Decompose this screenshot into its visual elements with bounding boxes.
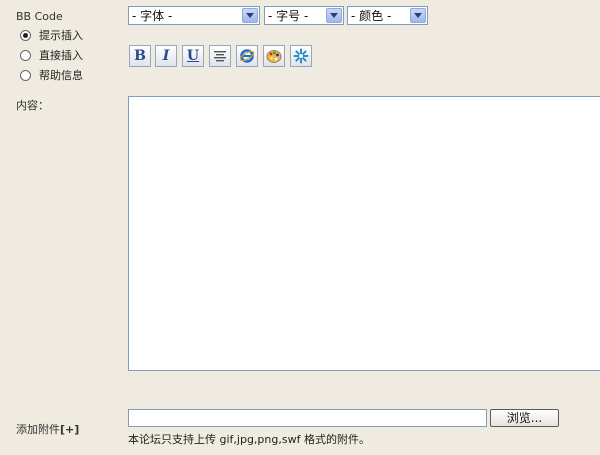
radio-button-selected[interactable] xyxy=(20,29,31,41)
bold-button[interactable]: B xyxy=(129,45,151,67)
chevron-down-icon[interactable] xyxy=(326,8,342,23)
internet-explorer-icon xyxy=(239,49,255,63)
sparkle-icon xyxy=(293,48,309,64)
chevron-down-icon[interactable] xyxy=(242,8,258,23)
mode-help-info[interactable]: 帮助信息 xyxy=(20,67,83,83)
content-textarea[interactable] xyxy=(128,96,600,371)
font-select[interactable]: - 字体 - xyxy=(128,6,260,25)
add-attachment-label[interactable]: 添加附件[+] xyxy=(16,421,79,437)
attachment-file-input[interactable] xyxy=(128,409,487,427)
bbcode-label: BB Code xyxy=(16,10,63,23)
underline-button[interactable]: U xyxy=(182,45,204,67)
underline-icon: U xyxy=(186,48,200,64)
mode-label: 提示插入 xyxy=(39,29,83,42)
align-center-button[interactable] xyxy=(209,45,231,67)
add-attachment-toggle[interactable]: [+] xyxy=(60,423,79,436)
mode-direct-insert[interactable]: 直接插入 xyxy=(20,47,83,63)
special-effect-button[interactable] xyxy=(290,45,312,67)
palette-icon xyxy=(266,50,282,63)
align-center-icon xyxy=(214,51,226,62)
chevron-down-icon[interactable] xyxy=(410,8,426,23)
content-label: 内容： xyxy=(16,99,49,112)
italic-button[interactable]: I xyxy=(155,45,177,67)
mode-label: 直接插入 xyxy=(39,49,83,62)
post-editor-form: BB Code 提示插入 直接插入 帮助信息 - 字体 - - 字号 - - 颜… xyxy=(0,0,600,455)
mode-label: 帮助信息 xyxy=(39,69,83,82)
size-select-value: - 字号 - xyxy=(268,9,309,23)
insert-link-button[interactable] xyxy=(236,45,258,67)
add-attachment-text: 添加附件 xyxy=(16,423,60,436)
browse-button[interactable]: 浏览... xyxy=(490,409,559,427)
color-select[interactable]: - 颜色 - xyxy=(347,6,428,25)
color-select-value: - 颜色 - xyxy=(351,9,392,23)
radio-button[interactable] xyxy=(20,69,31,81)
size-select[interactable]: - 字号 - xyxy=(264,6,344,25)
font-select-value: - 字体 - xyxy=(132,9,173,23)
color-palette-button[interactable] xyxy=(263,45,285,67)
radio-button[interactable] xyxy=(20,49,31,61)
bold-icon: B xyxy=(134,48,146,64)
italic-icon: I xyxy=(162,48,170,64)
mode-prompt-insert[interactable]: 提示插入 xyxy=(20,27,83,43)
attachment-note: 本论坛只支持上传 gif,jpg,png,swf 格式的附件。 xyxy=(128,433,370,446)
